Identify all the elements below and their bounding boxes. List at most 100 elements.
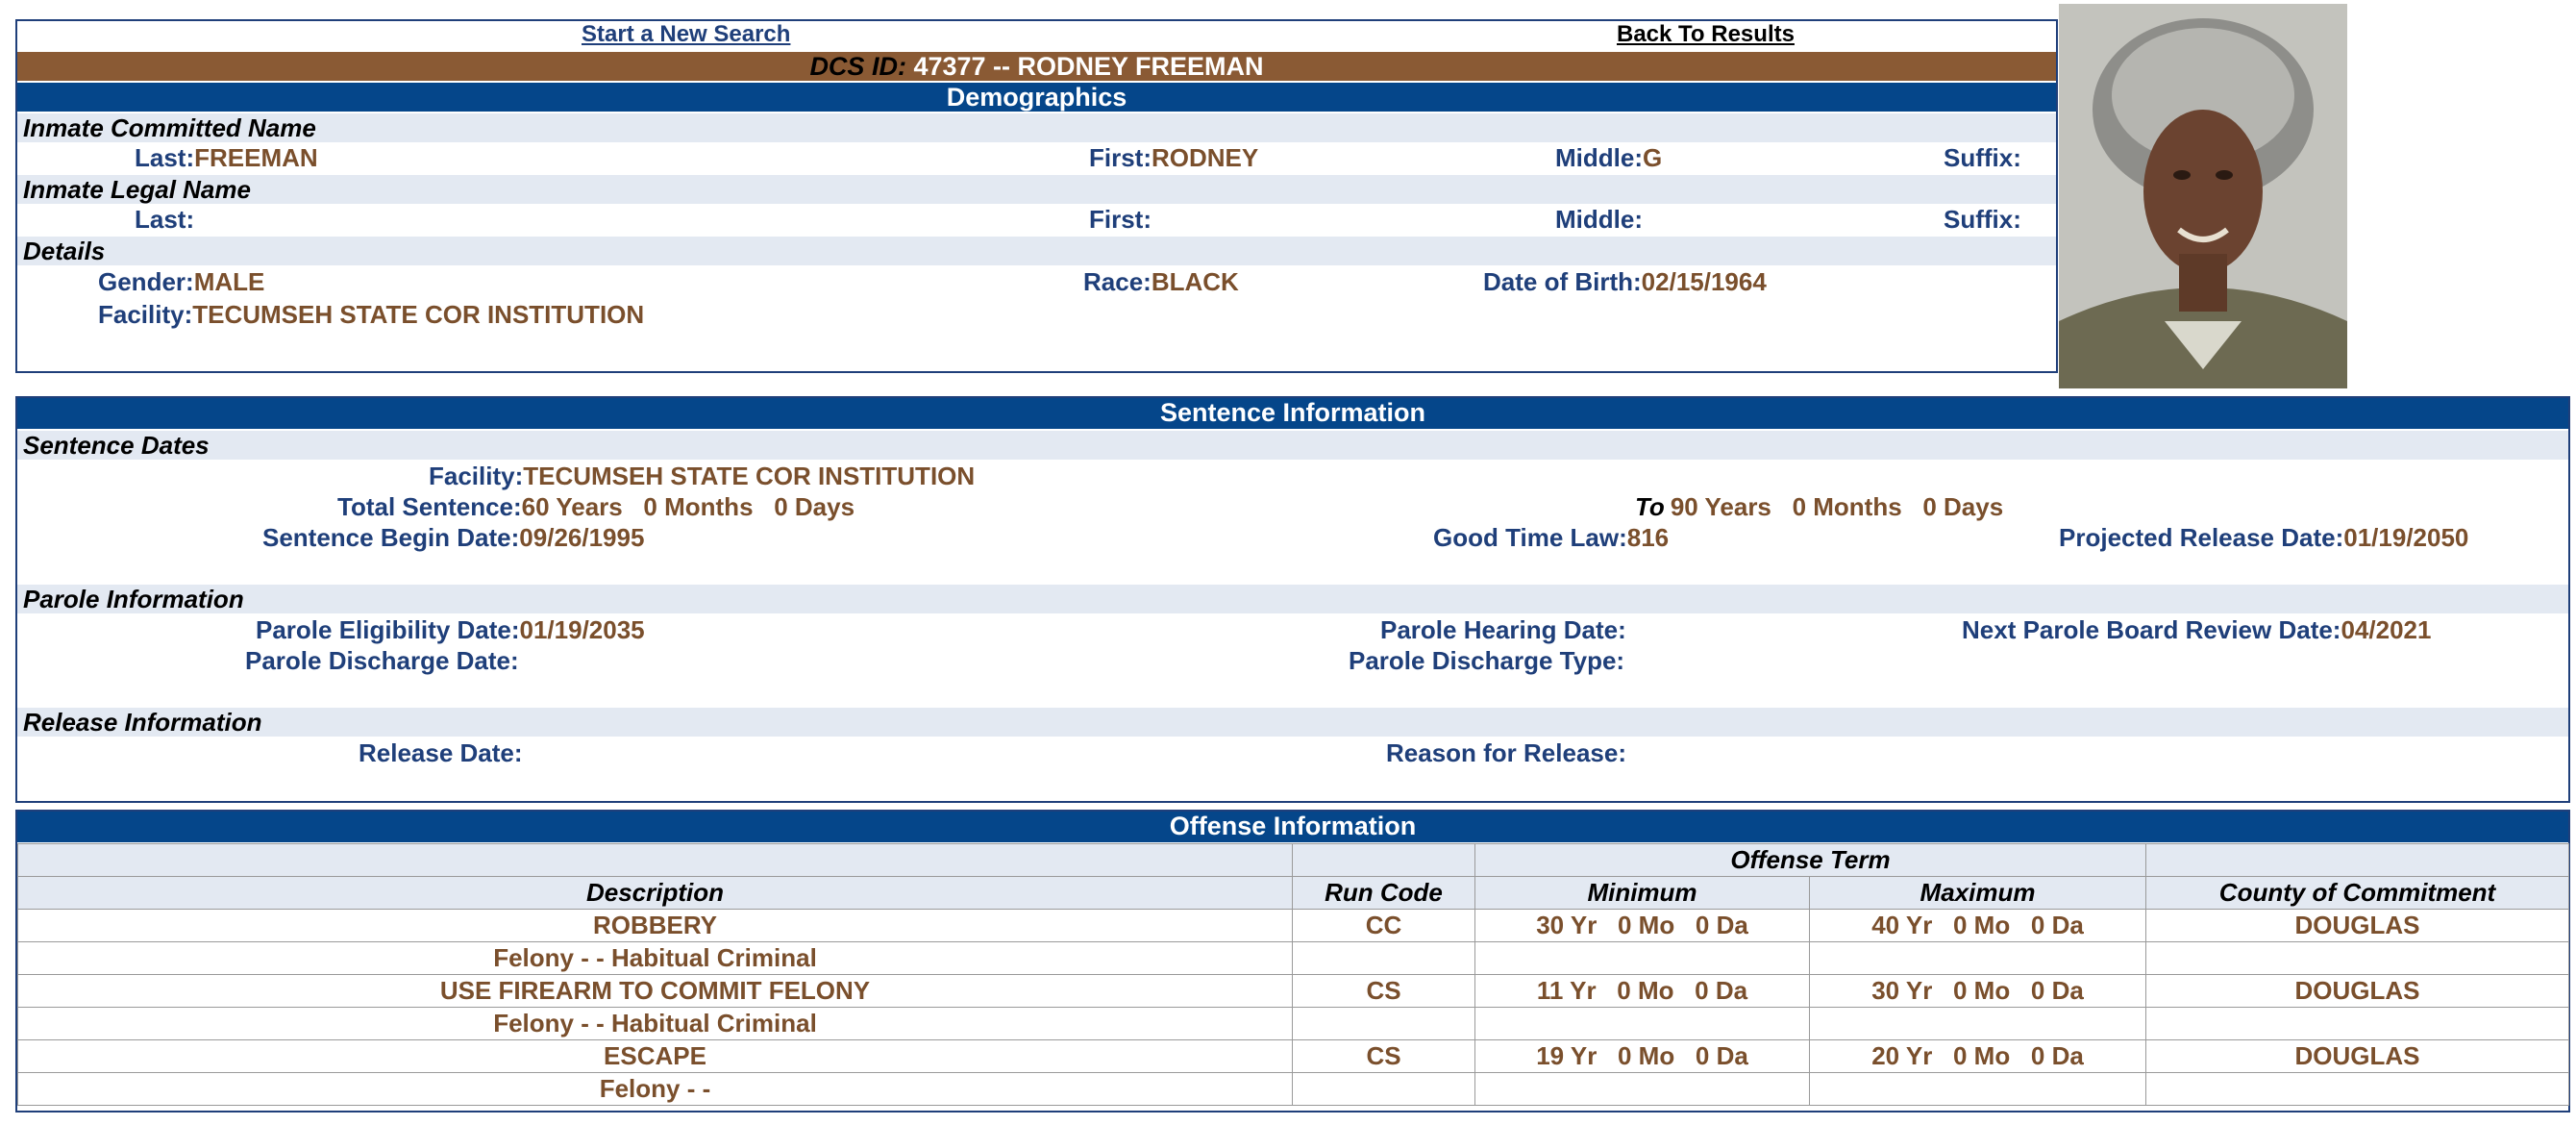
details-header: Details: [17, 237, 2056, 265]
good-time-field: Good Time Law: 816: [1433, 522, 1669, 553]
race-label: Race:: [1083, 267, 1152, 296]
projected-release-label: Projected Release Date:: [2059, 523, 2344, 552]
offense-county: DOUGLAS: [2145, 1039, 2570, 1073]
release-info-header: Release Information: [17, 708, 2568, 737]
sentence-to-field: To 90 Years 0 Months 0 Days: [1635, 491, 2003, 522]
inmate-photo: [2059, 4, 2347, 388]
offense-county: DOUGLAS: [2145, 909, 2570, 942]
legal-suffix-label: Suffix:: [1944, 205, 2021, 234]
offense-maximum: 20 Yr 0 Mo 0 Da: [1808, 1039, 2147, 1073]
legal-last-field: Last:: [135, 204, 194, 235]
next-review-field: Next Parole Board Review Date: 04/2021: [1962, 614, 2431, 645]
offense-class: Felony - -: [17, 1072, 1293, 1106]
committed-last-label: Last:: [135, 143, 195, 172]
committed-name-header: Inmate Committed Name: [17, 113, 2056, 142]
dob-value: 02/15/1964: [1641, 267, 1767, 296]
committed-first-field: First: RODNEY: [1089, 142, 1258, 173]
table-row: Felony - - Habitual Criminal: [17, 1007, 2570, 1040]
sentence-facility-field: Facility: TECUMSEH STATE COR INSTITUTION: [429, 461, 975, 491]
race-value: BLACK: [1151, 267, 1239, 296]
dob-label: Date of Birth:: [1483, 267, 1642, 296]
parole-eligibility-value: 01/19/2035: [519, 615, 645, 644]
parole-hearing-field: Parole Hearing Date:: [1380, 614, 1626, 645]
empty-cell: [2145, 1072, 2570, 1106]
parole-discharge-type-label: Parole Discharge Type:: [1349, 646, 1625, 675]
sentence-dates-header: Sentence Dates: [17, 431, 2568, 460]
empty-cell: [1292, 941, 1475, 975]
offense-description: ROBBERY: [17, 909, 1293, 942]
table-row: USE FIREARM TO COMMIT FELONY CS 11 Yr 0 …: [17, 974, 2570, 1008]
start-new-search-link[interactable]: Start a New Search: [582, 21, 790, 48]
gender-label: Gender:: [98, 267, 194, 296]
facility-label: Facility:: [98, 300, 193, 329]
offense-description: USE FIREARM TO COMMIT FELONY: [17, 974, 1293, 1008]
offense-minimum: 19 Yr 0 Mo 0 Da: [1474, 1039, 1810, 1073]
empty-cell: [1292, 1072, 1475, 1106]
col-run-code: Run Code: [1292, 876, 1475, 910]
good-time-label: Good Time Law:: [1433, 523, 1627, 552]
empty-cell: [1474, 1007, 1810, 1040]
empty-cell: [1474, 941, 1810, 975]
offense-description: ESCAPE: [17, 1039, 1293, 1073]
committed-last-field: Last: FREEMAN: [135, 142, 318, 173]
offense-run-code: CS: [1292, 974, 1475, 1008]
table-row: ROBBERY CC 30 Yr 0 Mo 0 Da 40 Yr 0 Mo 0 …: [17, 909, 2570, 942]
release-reason-field: Reason for Release:: [1386, 738, 1626, 768]
release-reason-label: Reason for Release:: [1386, 738, 1626, 767]
legal-suffix-field: Suffix:: [1944, 204, 2021, 235]
sentence-facility-value: TECUMSEH STATE COR INSTITUTION: [523, 462, 976, 490]
empty-cell: [1474, 1072, 1810, 1106]
offense-county: DOUGLAS: [2145, 974, 2570, 1008]
total-sentence-field: Total Sentence: 60 Years 0 Months 0 Days: [337, 491, 855, 522]
back-to-results-link[interactable]: Back To Results: [1617, 21, 1795, 48]
parole-eligibility-field: Parole Eligibility Date: 01/19/2035: [256, 614, 645, 645]
col-county: County of Commitment: [2145, 876, 2570, 910]
begin-date-label: Sentence Begin Date:: [262, 523, 520, 552]
demographics-title: Demographics: [17, 83, 2056, 112]
projected-release-value: 01/19/2050: [2343, 523, 2469, 552]
offense-header-row-2: Description Run Code Minimum Maximum Cou…: [17, 876, 2570, 910]
empty-cell: [1808, 1072, 2147, 1106]
offense-class: Felony - - Habitual Criminal: [17, 1007, 1293, 1040]
offense-header-row-1: Offense Term: [17, 843, 2570, 877]
empty-cell: [1808, 1007, 2147, 1040]
offense-minimum: 11 Yr 0 Mo 0 Da: [1474, 974, 1810, 1008]
release-date-field: Release Date:: [359, 738, 523, 768]
committed-first-value: RODNEY: [1152, 143, 1259, 172]
legal-first-label: First:: [1089, 205, 1152, 234]
offense-term-header: Offense Term: [1474, 843, 2147, 877]
table-row: ESCAPE CS 19 Yr 0 Mo 0 Da 20 Yr 0 Mo 0 D…: [17, 1039, 2570, 1073]
gender-value: MALE: [193, 267, 265, 296]
legal-middle-label: Middle:: [1555, 205, 1643, 234]
empty-cell: [1292, 1007, 1475, 1040]
parole-info-header: Parole Information: [17, 585, 2568, 613]
dob-field: Date of Birth: 02/15/1964: [1483, 266, 1767, 297]
sentence-to-label: To: [1635, 491, 1665, 521]
empty-cell: [2145, 1007, 2570, 1040]
table-row: Felony - -: [17, 1072, 2570, 1106]
release-date-label: Release Date:: [359, 738, 523, 767]
projected-release-field: Projected Release Date: 01/19/2050: [2059, 522, 2468, 553]
table-row: Felony - - Habitual Criminal: [17, 941, 2570, 975]
next-review-label: Next Parole Board Review Date:: [1962, 615, 2341, 644]
race-field: Race: BLACK: [1083, 266, 1239, 297]
col-description: Description: [17, 876, 1293, 910]
col-minimum: Minimum: [1474, 876, 1810, 910]
blank-header-cell: [2145, 843, 2570, 877]
blank-header-cell: [1292, 843, 1475, 877]
legal-middle-field: Middle:: [1555, 204, 1643, 235]
offense-class: Felony - - Habitual Criminal: [17, 941, 1293, 975]
begin-date-value: 09/26/1995: [519, 523, 645, 552]
committed-suffix-field: Suffix:: [1944, 142, 2021, 173]
offense-minimum: 30 Yr 0 Mo 0 Da: [1474, 909, 1810, 942]
facility-value: TECUMSEH STATE COR INSTITUTION: [192, 300, 645, 329]
offense-maximum: 40 Yr 0 Mo 0 Da: [1808, 909, 2147, 942]
parole-eligibility-label: Parole Eligibility Date:: [256, 615, 520, 644]
offense-table: Offense Term Description Run Code Minimu…: [17, 843, 2570, 1106]
parole-discharge-field: Parole Discharge Date:: [245, 645, 519, 676]
blank-header-cell: [17, 843, 1293, 877]
facility-field: Facility: TECUMSEH STATE COR INSTITUTION: [98, 299, 644, 330]
total-sentence-label: Total Sentence:: [337, 492, 522, 521]
sentence-to-value: 90 Years 0 Months 0 Days: [1670, 492, 2004, 521]
legal-name-header: Inmate Legal Name: [17, 175, 2056, 204]
